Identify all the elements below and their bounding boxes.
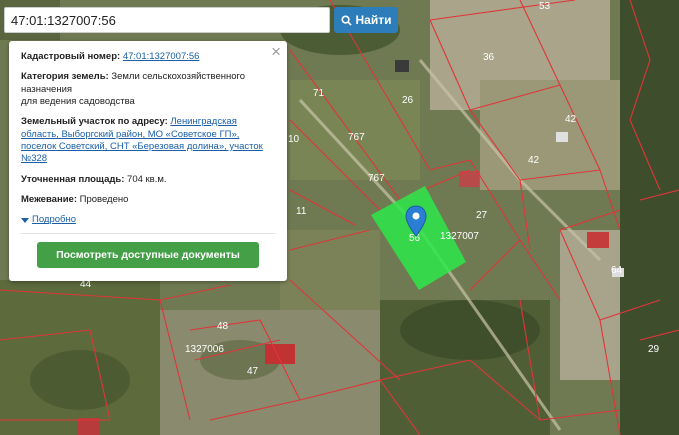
cadastral-number-label: Кадастровый номер:	[21, 51, 121, 62]
parcel-label: 64	[611, 265, 623, 276]
search-bar: Найти	[4, 7, 398, 33]
view-documents-button[interactable]: Посмотреть доступные документы	[37, 242, 259, 269]
land-category-row: Категория земель: Земли сельскохозяйстве…	[21, 71, 275, 108]
parcel-label: 27	[476, 210, 488, 221]
parcel-label: 1327006	[185, 344, 224, 355]
land-category-label: Категория земель:	[21, 71, 109, 83]
triangle-down-icon	[21, 218, 29, 224]
search-button[interactable]: Найти	[334, 7, 398, 33]
details-toggle[interactable]: Подробно	[21, 214, 76, 226]
address-row: Земельный участок по адресу: Ленинградск…	[21, 116, 275, 165]
parcel-label: 767	[368, 173, 385, 184]
parcel-label: 47	[247, 366, 259, 377]
survey-label: Межевание:	[21, 194, 77, 206]
parcel-label: 71	[313, 88, 325, 99]
parcel-label: 1327007	[440, 231, 479, 242]
parcel-label: 10	[288, 134, 300, 145]
land-use-value: для ведения садоводства	[21, 96, 135, 108]
parcel-info-panel: × Кадастровый номер: 47:01:1327007:56 Ка…	[9, 41, 287, 281]
survey-row: Межевание: Проведено	[21, 194, 275, 206]
close-icon[interactable]: ×	[271, 43, 281, 60]
parcel-label: 42	[528, 155, 540, 166]
details-toggle-label: Подробно	[32, 214, 76, 226]
parcel-label: 29	[648, 344, 660, 355]
parcel-label: 11	[296, 206, 307, 217]
area-label: Уточненная площадь:	[21, 173, 125, 185]
cadastral-number-link[interactable]: 47:01:1327007:56	[123, 51, 200, 62]
search-button-label: Найти	[355, 13, 392, 27]
parcel-label: 26	[402, 95, 414, 106]
search-icon	[340, 14, 352, 26]
parcel-label: 48	[217, 321, 229, 332]
cadastral-number-row: Кадастровый номер: 47:01:1327007:56	[21, 51, 275, 63]
survey-value: Проведено	[79, 194, 129, 206]
area-row: Уточненная площадь: 704 кв.м.	[21, 174, 275, 186]
parcel-label: 53	[539, 1, 551, 12]
area-value: 704 кв.м.	[127, 173, 167, 185]
parcel-label: 36	[483, 52, 495, 63]
parcel-label: 767	[348, 132, 365, 143]
divider	[21, 233, 275, 235]
cadastral-search-input[interactable]	[4, 7, 330, 33]
parcel-label: 42	[565, 114, 577, 125]
address-label: Земельный участок по адресу:	[21, 116, 168, 128]
